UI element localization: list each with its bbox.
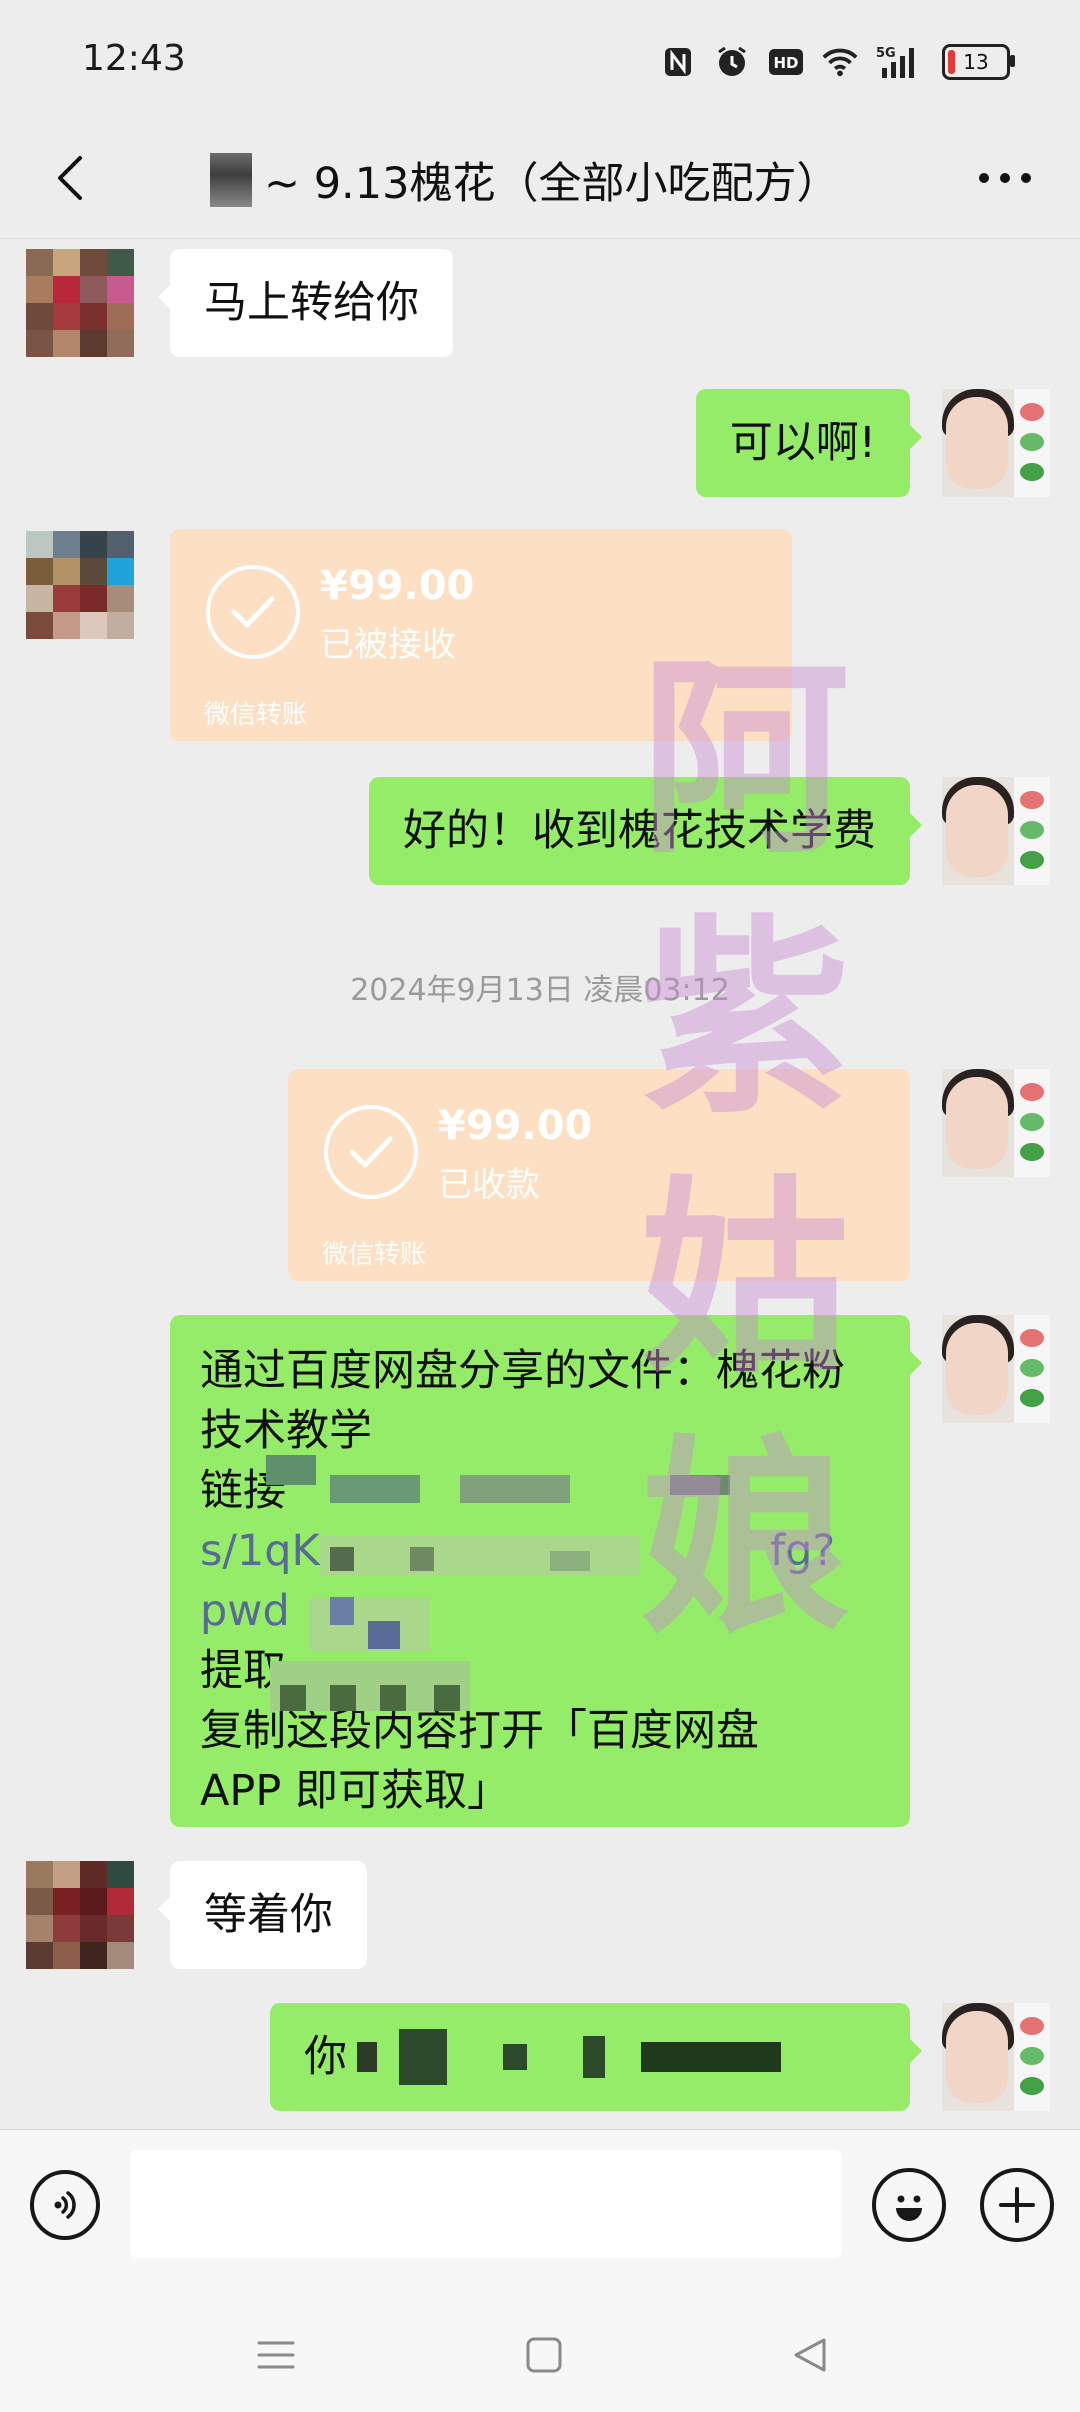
blurred-name-mask [210, 153, 252, 207]
signal-icon: 5G [876, 44, 924, 80]
redaction-mosaic [357, 2042, 377, 2072]
transfer-card[interactable]: ¥99.00 已收款 微信转账 [288, 1069, 910, 1281]
message-bubble[interactable]: 马上转给你 [158, 249, 453, 357]
share-link-bubble[interactable]: 通过百度网盘分享的文件：槐花粉 技术教学 链接 s/1qK fg? pwd 提取… [170, 1315, 922, 1827]
my-avatar[interactable] [942, 2003, 1050, 2111]
svg-text:HD: HD [773, 54, 798, 72]
transfer-status: 已被接收 [320, 625, 456, 665]
emoji-icon [896, 2195, 922, 2221]
message-text: 等着你 [204, 1890, 333, 1940]
message-text: 可以啊! [729, 418, 876, 468]
redaction-mosaic [280, 1685, 306, 1711]
redaction-mosaic [330, 1597, 354, 1625]
message-text: 好的！收到槐花技术学费 [403, 806, 876, 856]
share-text-line: 通过百度网盘分享的文件：槐花粉 [200, 1346, 845, 1396]
redaction-mosaic [641, 2042, 781, 2072]
input-bar [0, 2129, 1080, 2290]
menu-nav-button[interactable] [246, 2325, 306, 2385]
alarm-icon [714, 44, 750, 80]
menu-icon [257, 2341, 295, 2369]
status-icons: HD 5G 13 [660, 40, 1015, 84]
transfer-amount: ¥99.00 [438, 1103, 593, 1149]
home-icon [526, 2337, 562, 2373]
transfer-status: 已收款 [438, 1165, 540, 1205]
back-nav-button[interactable] [780, 2325, 840, 2385]
status-time: 12:43 [82, 38, 186, 79]
back-triangle-icon [794, 2338, 826, 2372]
home-nav-button[interactable] [514, 2325, 574, 2385]
my-avatar[interactable] [942, 1315, 1050, 1423]
plus-icon [999, 2187, 1035, 2223]
system-nav-bar [0, 2289, 1080, 2412]
redaction-mosaic [550, 1551, 590, 1571]
message-bubble[interactable]: 等着你 [158, 1861, 367, 1969]
chat-title: ~ 9.13槐花（全部小吃配方） [264, 159, 840, 209]
wifi-icon [822, 44, 858, 80]
my-avatar[interactable] [942, 777, 1050, 885]
redaction-mosaic [330, 1547, 354, 1571]
share-link-url-start: s/1qK [200, 1526, 320, 1576]
redaction-mosaic [330, 1475, 420, 1503]
redaction-mosaic [434, 1685, 460, 1711]
transfer-footer: 微信转账 [204, 700, 309, 730]
contact-avatar[interactable] [26, 249, 134, 357]
back-button[interactable] [38, 146, 102, 210]
nfc-icon [660, 44, 696, 80]
contact-avatar[interactable] [26, 531, 134, 639]
emoji-button[interactable] [872, 2168, 946, 2242]
message-bubble[interactable]: 可以啊! [695, 389, 923, 497]
message-bubble[interactable]: 好的！收到槐花技术学费 [369, 777, 922, 885]
redaction-mosaic [583, 2036, 605, 2078]
redaction-mosaic [670, 1475, 730, 1495]
redaction-mosaic [460, 1475, 570, 1503]
chat-header: ~ 9.13槐花（全部小吃配方） [0, 120, 1080, 239]
message-timestamp: 2024年9月13日 凌晨03:12 [350, 973, 730, 1008]
hd-icon: HD [768, 44, 804, 80]
redaction-mosaic [368, 1621, 400, 1649]
transfer-footer: 微信转账 [322, 1240, 427, 1270]
share-link-url-end: fg? [770, 1526, 836, 1576]
transfer-amount: ¥99.00 [320, 563, 475, 609]
chat-title-area: ~ 9.13槐花（全部小吃配方） [210, 150, 839, 210]
redaction-mosaic [503, 2044, 527, 2070]
message-text: 你 [304, 2032, 347, 2082]
share-text-line: 技术教学 [200, 1406, 372, 1456]
battery-icon: 13 [942, 44, 1015, 80]
redaction-mosaic [399, 2029, 447, 2085]
message-list[interactable]: 马上转给你 可以啊! ¥99.00 已被接收 微信转账 好的！收到槐花技术学费 … [0, 239, 1080, 2129]
chevron-left-icon [58, 156, 82, 200]
transfer-card[interactable]: ¥99.00 已被接收 微信转账 [170, 529, 792, 741]
share-text-line: APP 即可获取」 [200, 1766, 510, 1816]
message-input[interactable] [130, 2150, 842, 2258]
battery-level: 13 [963, 50, 989, 74]
redaction-mosaic [330, 1685, 356, 1711]
contact-avatar[interactable] [26, 1861, 134, 1969]
check-circle-icon [324, 1105, 418, 1199]
my-avatar[interactable] [942, 1069, 1050, 1177]
status-bar: 12:43 HD 5G 13 [0, 0, 1080, 120]
network-label: 5G [876, 46, 896, 61]
more-button[interactable] [970, 146, 1040, 210]
my-avatar[interactable] [942, 389, 1050, 497]
message-bubble[interactable]: 你 [270, 2003, 922, 2111]
more-dots-icon [979, 173, 1031, 183]
redaction-mosaic [380, 1685, 406, 1711]
redaction-mosaic [266, 1455, 316, 1485]
redaction-mosaic [320, 1535, 640, 1575]
share-password[interactable]: pwd [200, 1581, 880, 1641]
message-text: 马上转给你 [204, 278, 419, 328]
voice-button[interactable] [30, 2170, 100, 2240]
plus-button[interactable] [980, 2168, 1054, 2242]
redaction-mosaic [410, 1547, 434, 1571]
voice-icon [54, 2191, 76, 2219]
check-circle-icon [206, 565, 300, 659]
